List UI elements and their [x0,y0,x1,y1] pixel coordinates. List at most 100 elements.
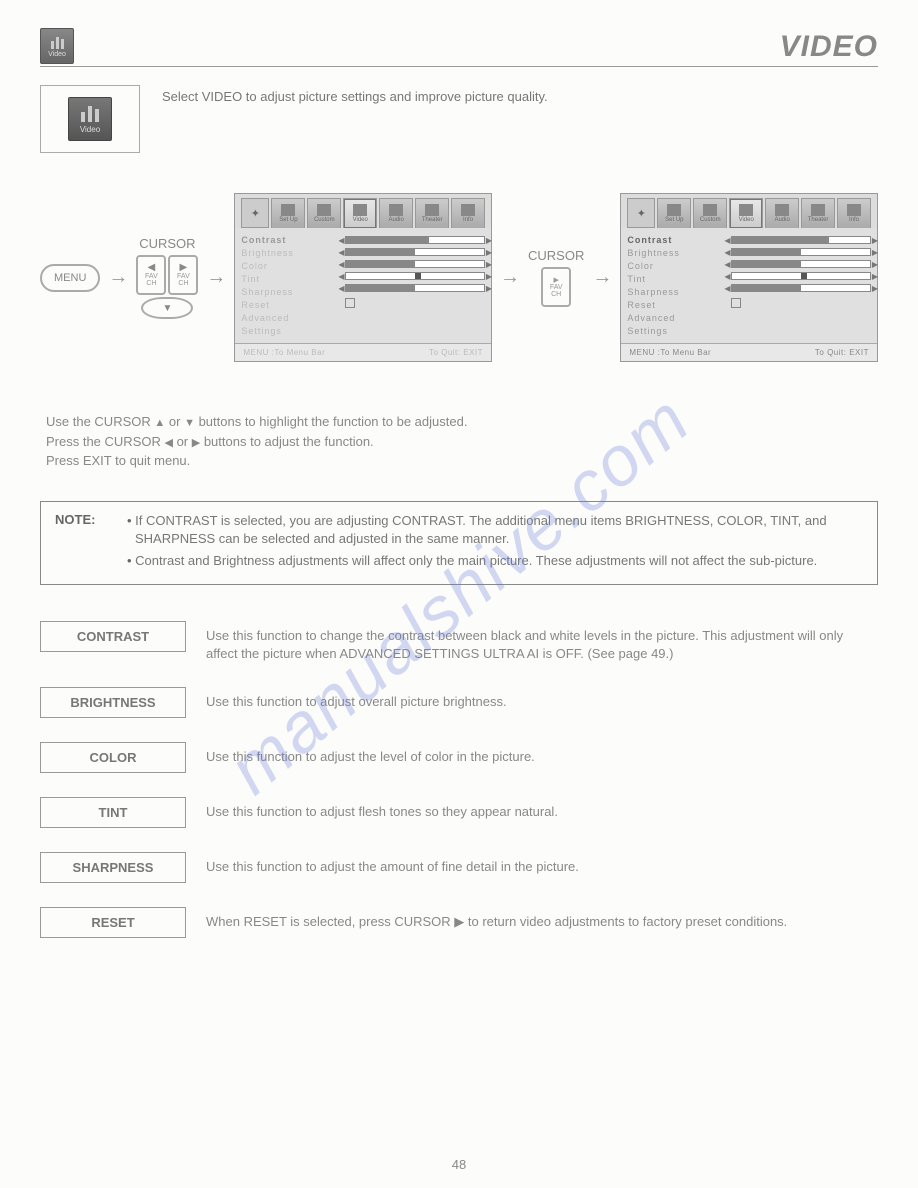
function-label: BRIGHTNESS [40,687,186,718]
arrow-right-icon: → [206,266,226,289]
function-row: BRIGHTNESS Use this function to adjust o… [40,687,878,718]
function-label: TINT [40,797,186,828]
note-box: NOTE: If CONTRAST is selected, you are a… [40,501,878,586]
note-label: NOTE: [55,512,103,575]
arrow-right-icon: → [500,266,520,289]
osd-item: Tint [627,273,725,285]
osd-item: Advanced [241,312,339,324]
slider: ◀▶ [731,248,871,256]
menu-button: MENU [40,264,100,292]
checkbox-icon [345,298,355,308]
function-row: CONTRAST Use this function to change the… [40,621,878,663]
cursor-pad: CURSOR ◀ FAV CH ▶ FAV CH ▼ [136,236,198,319]
cursor-right-button: ▶ FAV CH [541,267,571,307]
osd-tab-setup: Set Up [271,198,305,228]
osd-item: Reset [627,299,725,311]
triangle-right-icon: ▶ [180,263,188,273]
function-desc: Use this function to adjust the amount o… [206,852,878,876]
osd-tab-info: Info [837,198,871,228]
osd-footer-right: To Quit: EXIT [815,348,869,357]
icon-caption: Video [48,51,66,58]
slider: ◀▶ [345,236,485,244]
page-number: 48 [0,1157,918,1172]
function-desc: Use this function to adjust flesh tones … [206,797,878,821]
osd-screen-dim: ✦ Set Up Custom Video Audio Theater Info… [234,193,492,362]
osd-item: Advanced [627,312,725,324]
triangle-up-icon: ▲ [154,417,165,429]
osd-item: Settings [241,325,339,337]
function-desc: Use this function to adjust overall pict… [206,687,878,711]
triangle-right-icon: ▶ [553,277,558,284]
triangle-left-icon: ◀ [164,437,172,449]
checkbox-icon [731,298,741,308]
function-desc: When RESET is selected, press CURSOR ▶ t… [206,907,878,931]
function-desc: Use this function to change the contrast… [206,621,878,663]
cursor-label: CURSOR [139,236,195,251]
osd-item: Contrast [627,234,725,246]
osd-tab-theater: Theater [801,198,835,228]
osd-tab-video: Video [729,198,763,228]
function-desc: Use this function to adjust the level of… [206,742,878,766]
slider: ◀▶ [731,284,871,292]
osd-screen-active: ✦ Set Up Custom Video Audio Theater Info… [620,193,878,362]
function-label: COLOR [40,742,186,773]
triangle-right-icon: ▶ [192,437,200,449]
function-label: SHARPNESS [40,852,186,883]
osd-tab-custom: Custom [307,198,341,228]
cursor-pad-single: CURSOR ▶ FAV CH [528,248,584,307]
slider: ◀▶ [345,248,485,256]
slider: ◀▶ [731,236,871,244]
slider: ◀▶ [731,272,871,280]
osd-item: Sharpness [241,286,339,298]
osd-footer-right: To Quit: EXIT [429,348,483,357]
video-icon: Video [40,28,74,64]
function-row: COLOR Use this function to adjust the le… [40,742,878,773]
note-item: If CONTRAST is selected, you are adjusti… [127,512,863,548]
osd-item: Contrast [241,234,339,246]
cursor-label: CURSOR [528,248,584,263]
osd-item: Color [627,260,725,272]
osd-tab-setup: Set Up [657,198,691,228]
triangle-down-icon: ▼ [184,417,195,429]
slider: ◀▶ [731,260,871,268]
slider: ◀▶ [345,260,485,268]
slider: ◀▶ [345,284,485,292]
osd-tab-custom: Custom [693,198,727,228]
intro-text: Select VIDEO to adjust picture settings … [162,85,878,104]
page-title: VIDEO [780,30,878,64]
function-label: RESET [40,907,186,938]
osd-footer-left: MENU :To Menu Bar [243,348,325,357]
osd-item: Sharpness [627,286,725,298]
osd-item: Tint [241,273,339,285]
osd-item: Brightness [241,247,339,259]
osd-tab-audio: Audio [765,198,799,228]
divider [40,66,878,67]
cursor-left-button: ◀ FAV CH [136,255,166,295]
function-label: CONTRAST [40,621,186,652]
instructions: Use the CURSOR ▲ or ▼ buttons to highlig… [46,412,878,471]
osd-item: Reset [241,299,339,311]
osd-item: Color [241,260,339,272]
osd-item: Settings [627,325,725,337]
function-row: RESET When RESET is selected, press CURS… [40,907,878,938]
note-item: Contrast and Brightness adjustments will… [127,552,863,570]
osd-tab-theater: Theater [415,198,449,228]
cursor-right-button: ▶ FAV CH [168,255,198,295]
navigation-diagram: MENU → CURSOR ◀ FAV CH ▶ FAV CH ▼ → [40,193,878,362]
slider: ◀▶ [345,272,485,280]
nav-arrows-icon: ✦ [241,198,269,228]
icon-caption: Video [80,125,100,134]
osd-tab-video: Video [343,198,377,228]
function-row: TINT Use this function to adjust flesh t… [40,797,878,828]
triangle-left-icon: ◀ [148,263,156,273]
function-row: SHARPNESS Use this function to adjust th… [40,852,878,883]
osd-tab-info: Info [451,198,485,228]
video-icon: Video [68,97,112,141]
arrow-right-icon: → [108,266,128,289]
intro-icon-box: Video [40,85,140,153]
osd-item: Brightness [627,247,725,259]
nav-arrows-icon: ✦ [627,198,655,228]
cursor-down-button: ▼ [141,297,193,319]
osd-tab-audio: Audio [379,198,413,228]
arrow-right-icon: → [592,266,612,289]
